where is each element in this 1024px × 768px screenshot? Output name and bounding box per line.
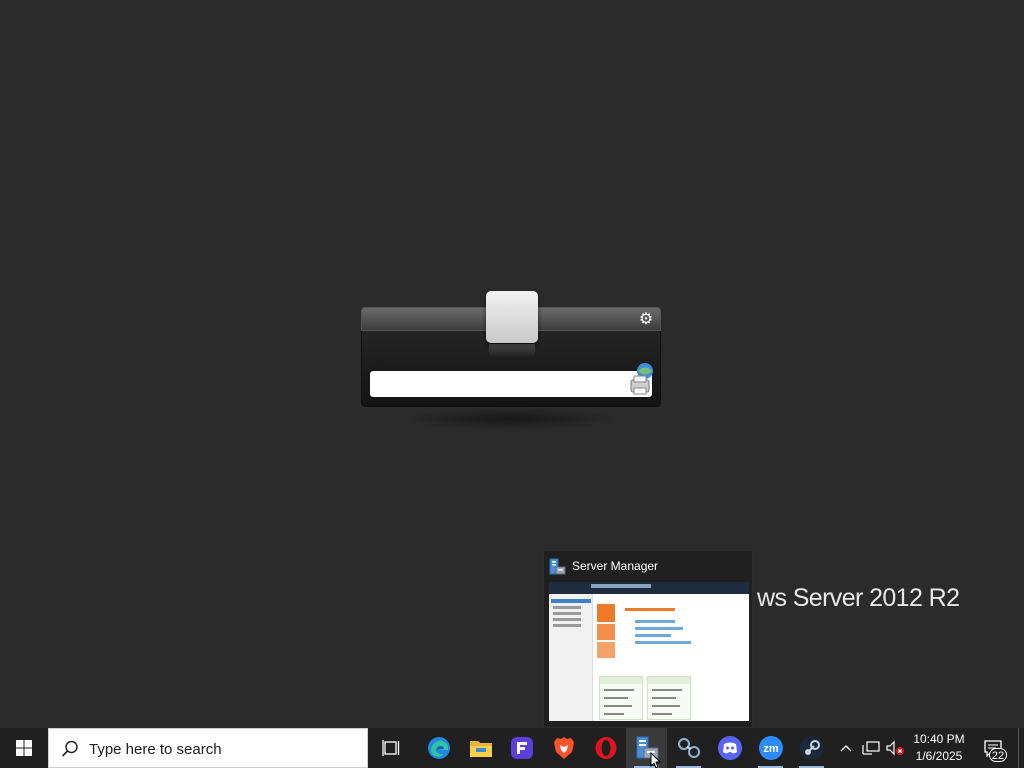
taskbar-app-discord[interactable]: [709, 728, 750, 768]
zoom-icon: zm: [758, 736, 783, 760]
slider-widget: ⚙: [361, 291, 661, 431]
taskbar-app-network[interactable]: [668, 728, 709, 768]
taskbar-thumbnail-preview[interactable]: Server Manager: [543, 550, 753, 728]
preview-sidebar: [549, 594, 593, 721]
server-manager-icon: [549, 558, 566, 575]
taskbar-app-zoom[interactable]: zm: [750, 728, 791, 768]
show-desktop-button[interactable]: [1018, 728, 1024, 768]
network-status-icon: [862, 741, 880, 755]
taskbar-app-edge[interactable]: [418, 728, 459, 768]
clock-date: 1/6/2025: [915, 749, 963, 763]
thumbnail-title: Server Manager: [572, 559, 659, 573]
thumbnail-window-preview: [549, 582, 749, 721]
task-view-icon: [381, 740, 399, 756]
clock-time: 10:40 PM: [913, 732, 965, 746]
volume-tray-button[interactable]: [884, 728, 906, 768]
opera-icon: [595, 737, 616, 759]
edge-icon: [427, 737, 450, 759]
steam-icon: [799, 736, 824, 760]
preview-main: [595, 596, 747, 721]
windows-server-branding: ws Server 2012 R2: [757, 584, 960, 612]
taskbar-app-opera[interactable]: [585, 728, 626, 768]
clock[interactable]: 10:40 PM 1/6/2025: [904, 731, 974, 765]
taskbar-app-file-explorer[interactable]: [460, 728, 501, 768]
start-button[interactable]: [0, 728, 48, 768]
network-tray-button[interactable]: [860, 728, 882, 768]
search-placeholder: Type here to search: [89, 741, 222, 758]
taskbar: Type here to search zm 10:40 PM 1/6/2025…: [0, 728, 1024, 768]
taskbar-app-brave[interactable]: [543, 728, 584, 768]
search-icon: [61, 740, 78, 757]
preview-header: [549, 582, 749, 594]
slider-thumb-reflection: [489, 344, 535, 358]
show-hidden-icons-button[interactable]: [836, 728, 856, 768]
mouse-cursor-icon: [650, 752, 662, 768]
address-input[interactable]: [370, 371, 652, 397]
file-explorer-icon: [469, 741, 492, 757]
chevron-up-icon: [840, 745, 852, 752]
app-f-icon: [510, 737, 533, 759]
windows-logo-icon: [16, 740, 32, 756]
network-icon: [677, 738, 700, 758]
notification-count-badge: 22: [989, 748, 1007, 762]
task-view-button[interactable]: [371, 728, 412, 768]
search-box[interactable]: Type here to search: [48, 728, 368, 768]
svg-text:zm: zm: [763, 743, 779, 755]
brave-icon: [553, 737, 574, 759]
taskbar-app-f[interactable]: [501, 728, 542, 768]
slider-thumb[interactable]: [486, 291, 538, 343]
taskbar-app-steam[interactable]: [791, 728, 832, 768]
gear-icon[interactable]: ⚙: [636, 310, 656, 330]
network-printer-icon[interactable]: [627, 362, 655, 396]
discord-icon: [717, 736, 742, 760]
taskbar-app-server-manager[interactable]: [626, 728, 667, 768]
volume-muted-icon: [886, 740, 904, 756]
widget-shadow: [401, 407, 621, 431]
